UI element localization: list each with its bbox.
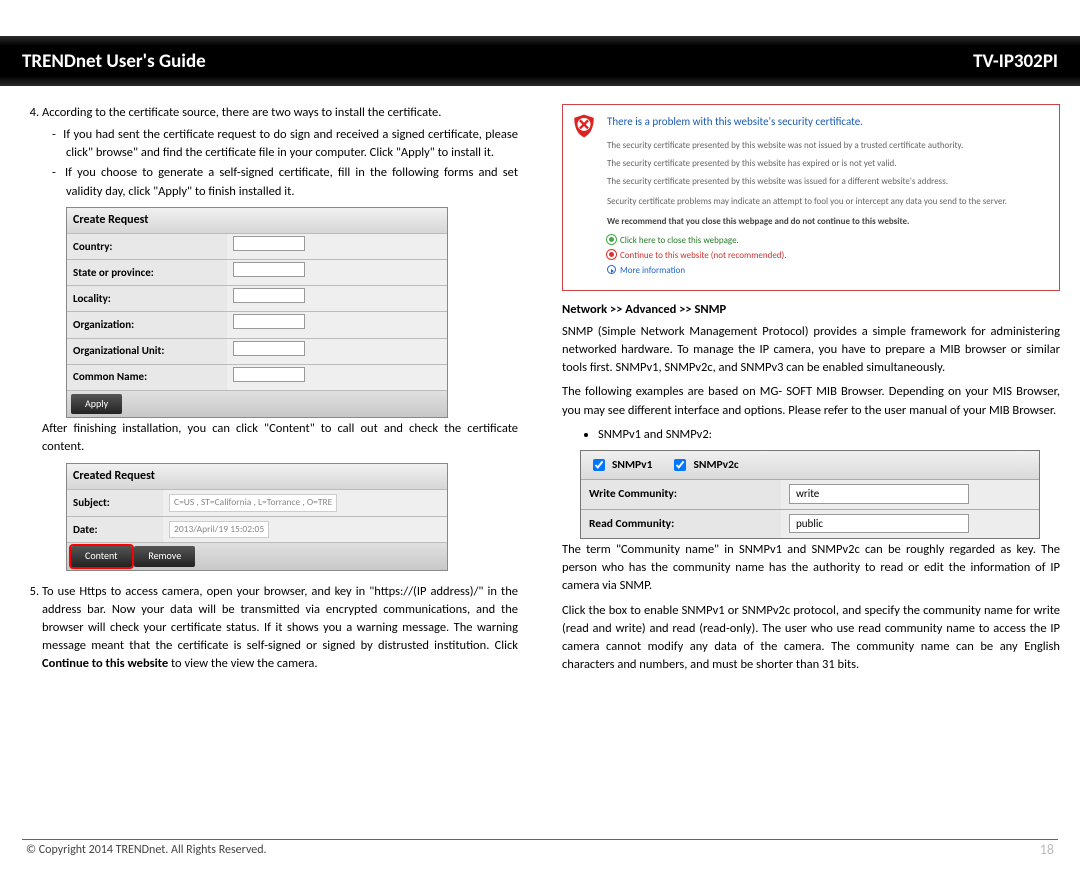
shield-warning-icon (571, 113, 597, 139)
create-request-heading: Create Request (67, 208, 447, 234)
cert-warning-box: There is a problem with this website's s… (562, 104, 1060, 291)
cert-text-1: The security certificate presented by th… (607, 140, 1047, 152)
created-request-panel: Created Request Subject: C=US , ST=Califo… (66, 463, 448, 571)
created-subject-value: C=US , ST=California , L=Torrance , O=TR… (169, 494, 337, 512)
label-locality: Locality: (67, 287, 227, 311)
right-column: There is a problem with this website's s… (562, 104, 1060, 680)
read-community-label: Read Community: (581, 510, 781, 539)
label-org: Organization: (67, 313, 227, 337)
input-country[interactable] (233, 236, 305, 251)
step-5: To use Https to access camera, open your… (42, 583, 518, 674)
write-community-input[interactable]: write (789, 484, 969, 504)
cert-warning-title: There is a problem with this website's s… (607, 115, 1047, 130)
page-header: TRENDnet User's Guide TV-IP302PI (0, 36, 1080, 86)
read-community-input[interactable]: public (789, 514, 969, 534)
label-state: State or province: (67, 261, 227, 285)
snmp-panel: SNMPv1 SNMPv2c Write Community: write Re… (580, 450, 1040, 539)
snmp-heading: Network >> Advanced >> SNMP (562, 301, 1060, 319)
continue-link[interactable]: Continue to this website (not recommende… (607, 250, 1047, 262)
input-state[interactable] (233, 262, 305, 277)
cert-text-4: Security certificate problems may indica… (607, 196, 1047, 208)
input-org[interactable] (233, 314, 305, 329)
close-page-link[interactable]: Click here to close this webpage. (607, 235, 1047, 247)
label-orgunit: Organizational Unit: (67, 339, 227, 363)
input-commonname[interactable] (233, 367, 305, 382)
after-install-text: After finishing installation, you can cl… (42, 420, 518, 456)
step4-dash2: If you choose to generate a self-signed … (66, 164, 518, 200)
input-locality[interactable] (233, 288, 305, 303)
cert-recommend: We recommend that you close this webpage… (607, 216, 1047, 228)
left-column: According to the certificate source, the… (20, 104, 518, 680)
snmpv2c-checkbox[interactable]: SNMPv2c (670, 456, 738, 474)
label-commonname: Common Name: (67, 365, 227, 389)
write-community-label: Write Community: (581, 480, 781, 509)
apply-button[interactable]: Apply (71, 394, 122, 415)
snmpv1-checkbox[interactable]: SNMPv1 (589, 456, 652, 474)
continue-bold: Continue to this website (42, 656, 168, 671)
snmp-p2: The following examples are based on MG- … (562, 383, 1060, 419)
created-date-label: Date: (67, 518, 163, 542)
page-number: 18 (1040, 841, 1054, 858)
copyright: © Copyright 2014 TRENDnet. All Rights Re… (26, 843, 267, 857)
step4-intro: According to the certificate source, the… (42, 105, 441, 120)
page-footer: © Copyright 2014 TRENDnet. All Rights Re… (0, 841, 1080, 858)
remove-button[interactable]: Remove (134, 546, 195, 567)
step4-dash1: If you had sent the certificate request … (66, 126, 518, 162)
step-4: According to the certificate source, the… (42, 104, 518, 579)
label-country: Country: (67, 235, 227, 259)
create-request-panel: Create Request Country: State or provinc… (66, 207, 448, 419)
more-info-link[interactable]: More information (607, 265, 1047, 277)
snmp-p1: SNMP (Simple Network Management Protocol… (562, 323, 1060, 377)
created-subject-label: Subject: (67, 491, 163, 515)
snmp-p3: The term "Community name" in SNMPv1 and … (562, 541, 1060, 595)
snmp-p4: Click the box to enable SNMPv1 or SNMPv2… (562, 602, 1060, 675)
created-date-value: 2013/April/19 15:02:05 (169, 521, 269, 539)
cert-text-2: The security certificate presented by th… (607, 158, 1047, 170)
input-orgunit[interactable] (233, 341, 305, 356)
model-number: TV-IP302PI (973, 50, 1058, 73)
guide-title: TRENDnet User's Guide (22, 50, 206, 73)
snmp-bullet1: SNMPv1 and SNMPv2: (598, 426, 1060, 444)
content-button[interactable]: Content (71, 546, 132, 567)
created-request-heading: Created Request (67, 464, 447, 490)
cert-text-3: The security certificate presented by th… (607, 176, 1047, 188)
